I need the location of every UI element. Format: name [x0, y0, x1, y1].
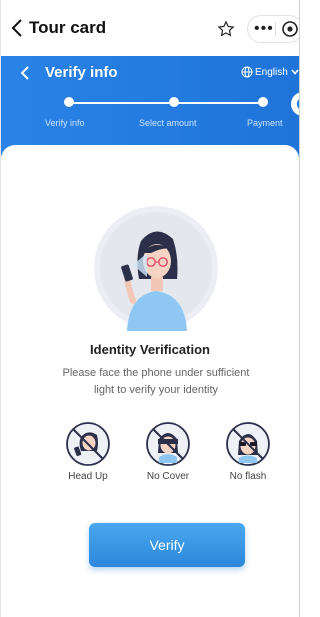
requirement-no-flash: No flash [221, 421, 275, 482]
requirement-label: No Cover [146, 471, 190, 482]
star-icon[interactable] [217, 20, 235, 38]
target-icon[interactable] [281, 20, 299, 38]
chevron-left-icon [11, 19, 22, 37]
head-up-icon [66, 422, 110, 466]
globe-icon [241, 66, 253, 78]
verify-button[interactable]: Verify [89, 523, 245, 567]
step-dot-1 [64, 97, 74, 107]
top-navigation-bar: Tour card ••• [1, 0, 299, 56]
verification-card: Identity Verification Please face the ph… [1, 145, 299, 617]
back-chevron-icon[interactable] [21, 66, 29, 80]
mini-program-capsule: ••• [247, 15, 299, 43]
phone-frame: Tour card ••• Verify info English Verify… [0, 0, 300, 617]
identity-verification-description: Please face the phone under sufficient l… [62, 367, 250, 396]
step-label-select-amount: Select amount [139, 118, 197, 128]
step-dot-3 [258, 97, 268, 107]
step-label-payment: Payment [247, 118, 283, 128]
no-cover-icon [146, 422, 190, 466]
side-tab[interactable] [291, 92, 299, 116]
no-flash-icon [226, 422, 270, 466]
identity-verification-title: Identity Verification [90, 342, 210, 357]
requirement-label: No flash [229, 471, 267, 482]
requirement-no-cover: No Cover [141, 421, 195, 482]
capsule-divider [275, 22, 276, 36]
more-icon[interactable]: ••• [254, 19, 274, 39]
language-selector[interactable]: English [241, 66, 299, 78]
step-label-verify-info: Verify info [45, 118, 85, 128]
requirement-head-up: Head Up [61, 421, 115, 482]
chevron-down-icon [291, 69, 299, 75]
back-button[interactable]: Tour card [11, 18, 106, 38]
page-title: Tour card [29, 18, 107, 37]
progress-line [69, 102, 263, 104]
requirement-label: Head Up [68, 471, 108, 482]
language-label: English [255, 66, 288, 78]
face-scan-illustration [94, 206, 218, 331]
ring-icon [296, 99, 299, 109]
header-title: Verify info [45, 64, 118, 81]
step-dot-2 [169, 97, 179, 107]
